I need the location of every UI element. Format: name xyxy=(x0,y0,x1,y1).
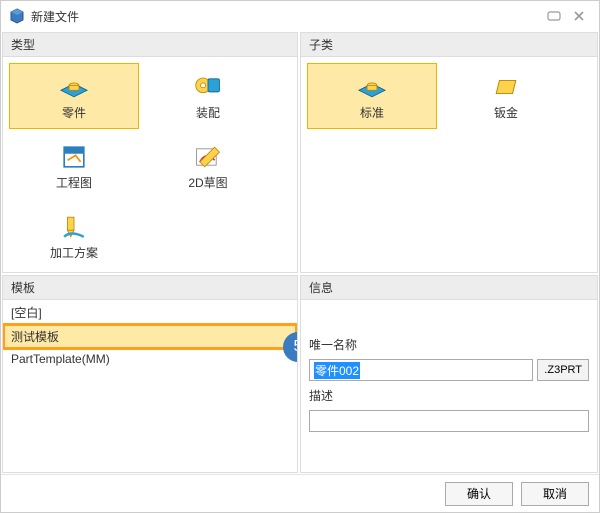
sketch2d-icon xyxy=(190,142,226,172)
subtype-header: 子类 xyxy=(301,33,597,57)
main-grid: 类型 零件 xyxy=(1,31,599,474)
cancel-button[interactable]: 取消 xyxy=(521,482,589,506)
camplan-icon xyxy=(56,212,92,242)
type-item-assembly[interactable]: 装配 xyxy=(143,63,273,129)
type-label: 装配 xyxy=(196,104,220,121)
subtype-item-sheetmetal[interactable]: 钣金 xyxy=(441,63,571,129)
titlebar: 新建文件 xyxy=(1,1,599,31)
info-panel: 信息 唯一名称 零件002 .Z3PRT 描述 xyxy=(300,275,598,473)
type-item-camplan[interactable]: 加工方案 xyxy=(9,203,139,269)
info-body: 唯一名称 零件002 .Z3PRT 描述 xyxy=(301,300,597,446)
template-body: [空白] 测试模板 5 PartTemplate(MM) xyxy=(3,300,297,472)
template-item-blank[interactable]: [空白] xyxy=(3,300,297,323)
unique-name-input[interactable]: 零件002 xyxy=(309,359,533,381)
type-panel: 类型 零件 xyxy=(2,32,298,273)
type-label: 加工方案 xyxy=(50,244,98,261)
type-item-sketch2d[interactable]: 2D草图 xyxy=(143,133,273,199)
template-highlight: 测试模板 5 xyxy=(3,323,297,350)
unique-name-label: 唯一名称 xyxy=(309,336,589,353)
help-icon[interactable] xyxy=(541,10,567,22)
part-icon xyxy=(56,72,92,102)
template-panel: 模板 [空白] 测试模板 5 PartTemplate(MM) xyxy=(2,275,298,473)
type-item-part[interactable]: 零件 xyxy=(9,63,139,129)
template-item-test[interactable]: 测试模板 xyxy=(5,326,295,347)
sheetmetal-icon xyxy=(488,72,524,102)
close-icon[interactable] xyxy=(567,10,591,22)
footer: 确认 取消 xyxy=(1,474,599,512)
extension-button[interactable]: .Z3PRT xyxy=(537,359,589,381)
subtype-panel: 子类 标准 xyxy=(300,32,598,273)
subtype-body: 标准 钣金 xyxy=(301,57,597,272)
info-header: 信息 xyxy=(301,276,597,300)
type-item-drawing[interactable]: 工程图 xyxy=(9,133,139,199)
ok-button[interactable]: 确认 xyxy=(445,482,513,506)
type-body: 零件 装配 xyxy=(3,57,297,272)
subtype-label: 标准 xyxy=(360,104,384,121)
dialog-title: 新建文件 xyxy=(31,8,541,25)
template-item-mm[interactable]: PartTemplate(MM) xyxy=(3,350,297,368)
template-header: 模板 xyxy=(3,276,297,300)
app-icon xyxy=(9,8,25,24)
assembly-icon xyxy=(190,72,226,102)
description-label: 描述 xyxy=(309,387,589,404)
description-input[interactable] xyxy=(309,410,589,432)
subtype-label: 钣金 xyxy=(494,104,518,121)
subtype-item-standard[interactable]: 标准 xyxy=(307,63,437,129)
new-file-dialog: 新建文件 类型 零件 xyxy=(0,0,600,513)
type-label: 2D草图 xyxy=(188,174,227,191)
drawing-icon xyxy=(56,142,92,172)
type-label: 工程图 xyxy=(56,174,92,191)
unique-name-value: 零件002 xyxy=(314,362,360,379)
standard-icon xyxy=(354,72,390,102)
type-label: 零件 xyxy=(62,104,86,121)
type-header: 类型 xyxy=(3,33,297,57)
